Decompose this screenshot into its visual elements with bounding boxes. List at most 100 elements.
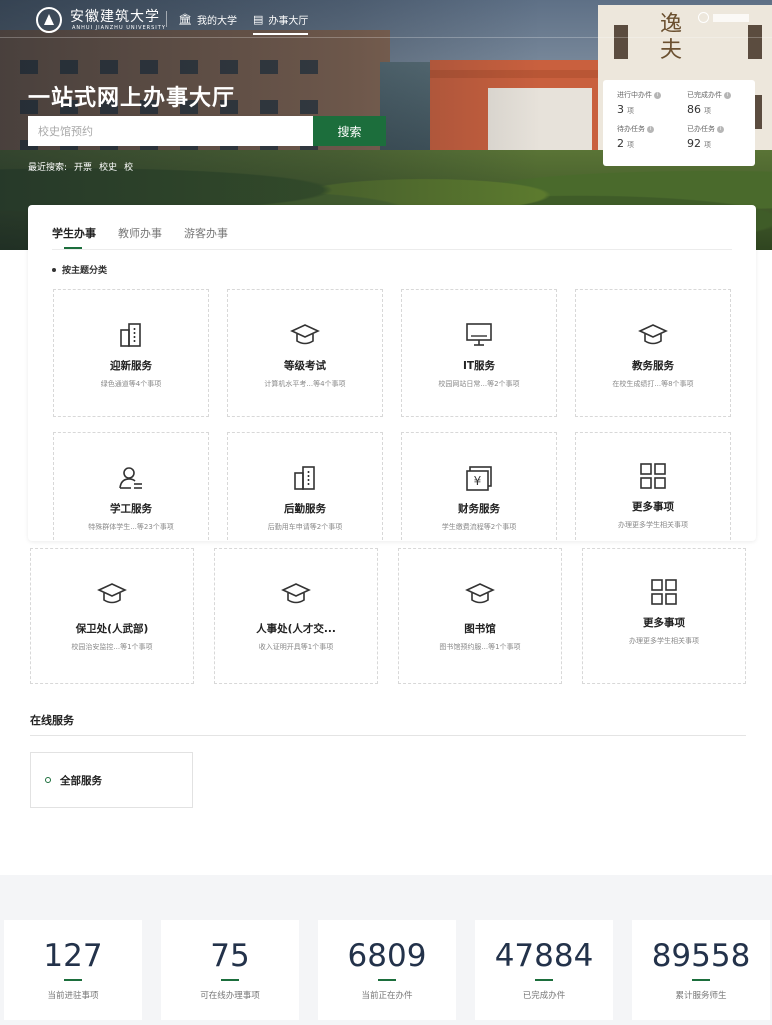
tabs-divider: [52, 249, 732, 250]
nav-service-hall-label: 办事大厅: [268, 16, 309, 27]
bullet-dot: [52, 267, 56, 272]
school-name[interactable]: 安徽建筑大学: [70, 6, 160, 26]
accent-bar: [535, 979, 553, 981]
recent-searches: 最近搜索: 开票 校史 校: [28, 160, 133, 173]
all-services-label: 全部服务: [60, 774, 102, 787]
tab-teacher[interactable]: 教师办事: [118, 225, 162, 249]
service-card-academic[interactable]: 教务服务 在校生成绩打...等8个事项: [575, 289, 731, 417]
card-subtitle: 图书馆预约服...等1个事项: [439, 643, 521, 651]
stat-todo[interactable]: 待办任务 i 2项: [617, 124, 687, 150]
stat-label: 待办任务: [617, 125, 645, 133]
footer-stat-label: 已完成办件: [522, 991, 566, 1001]
card-subtitle: 校园网站日常...等2个事项: [438, 380, 520, 388]
nav-service-hall[interactable]: ▤ 办事大厅: [253, 12, 309, 35]
footer-stat-completed: 47884 已完成办件: [475, 920, 613, 1020]
card-subtitle: 办理更多学生相关事项: [629, 637, 699, 645]
service-card-exam[interactable]: 等级考试 计算机水平考...等4个事项: [227, 289, 383, 417]
card-subtitle: 后勤用车申请等2个事项: [267, 523, 343, 531]
monitor-icon: [464, 320, 494, 350]
service-card-more-2[interactable]: 更多事项 办理更多学生相关事项: [582, 548, 746, 684]
recent-search-item[interactable]: 开票: [74, 160, 92, 173]
user-menu[interactable]: [698, 12, 749, 23]
service-card-security[interactable]: 保卫处(人武部) 校园治安监控...等1个事项: [30, 548, 194, 684]
yen-icon: ¥: [464, 463, 494, 493]
nav-my-university-label: 我的大学: [196, 16, 237, 27]
user-name-redacted: [713, 13, 749, 22]
tab-visitor[interactable]: 游客办事: [184, 225, 228, 249]
card-subtitle: 校园治安监控...等1个事项: [71, 643, 153, 651]
footer-stat-label: 可在线办理事项: [200, 991, 260, 1001]
svg-text:¥: ¥: [474, 474, 482, 488]
grid-icon: [638, 461, 668, 491]
card-subtitle: 学生缴费流程等2个事项: [441, 523, 517, 531]
card-subtitle: 办理更多学生相关事项: [618, 521, 688, 529]
accent-bar: [221, 979, 239, 981]
card-title: 后勤服务: [284, 503, 326, 515]
card-subtitle: 在校生成绩打...等8个事项: [612, 380, 694, 388]
service-card-finance[interactable]: ¥ 财务服务 学生缴费流程等2个事项: [401, 432, 557, 540]
footer-stat-value: 47884: [494, 938, 594, 974]
service-card-more-1[interactable]: 更多事项 办理更多学生相关事项: [575, 432, 731, 540]
footer-stat-label: 当前正在办件: [361, 991, 413, 1001]
online-services-divider: [30, 735, 746, 736]
accent-bar: [378, 979, 396, 981]
footer-stat-value: 75: [210, 938, 250, 974]
building-icon: ▤: [253, 13, 264, 26]
stat-value: 2: [617, 137, 624, 150]
card-title: 图书馆: [464, 623, 496, 635]
service-card-student-affairs[interactable]: 学工服务 特殊群体学生...等23个事项: [53, 432, 209, 540]
all-services-button[interactable]: 全部服务: [30, 752, 193, 808]
stat-completed[interactable]: 已完成办件 i 86 项: [687, 90, 757, 116]
category-heading: 按主题分类: [52, 263, 107, 276]
card-title: 教务服务: [632, 360, 674, 372]
card-title: 更多事项: [632, 501, 674, 513]
search-button[interactable]: 搜索: [313, 116, 386, 146]
stat-in-progress[interactable]: 进行中办件 i 3项: [617, 90, 687, 116]
nav-divider: [166, 11, 167, 27]
service-card-it[interactable]: IT服务 校园网站日常...等2个事项: [401, 289, 557, 417]
role-tabs: 学生办事 教师办事 游客办事: [52, 225, 228, 249]
card-title: IT服务: [462, 360, 496, 372]
card-title: 学工服务: [110, 503, 152, 515]
card-subtitle: 特殊群体学生...等23个事项: [88, 523, 174, 531]
service-card-welcome[interactable]: 迎新服务 绿色通道等4个事项: [53, 289, 209, 417]
graduation-cap-icon: [638, 320, 668, 350]
info-icon: i: [647, 125, 654, 133]
grid-icon: [649, 577, 679, 607]
card-subtitle: 绿色通道等4个事项: [100, 380, 162, 388]
footer-stat-label: 累计服务师生: [675, 991, 727, 1001]
footer-stat-value: 89558: [651, 938, 751, 974]
graduation-cap-icon: [465, 579, 495, 609]
card-subtitle: 计算机水平考...等4个事项: [264, 380, 346, 388]
online-services-heading: 在线服务: [30, 714, 74, 727]
footer-stat-served: 89558 累计服务师生: [632, 920, 770, 1020]
tab-student[interactable]: 学生办事: [52, 225, 96, 249]
recent-search-item[interactable]: 校史: [99, 160, 117, 173]
card-subtitle: 收入证明开具等1个事项: [258, 643, 334, 651]
accent-bar: [692, 979, 710, 981]
service-card-library[interactable]: 图书馆 图书馆预约服...等1个事项: [398, 548, 562, 684]
stat-label: 已办任务: [687, 125, 715, 133]
school-logo-icon[interactable]: [36, 7, 62, 33]
school-name-en: ANHUI JIANZHU UNIVERSITY: [72, 25, 166, 31]
footer-stat-value: 127: [43, 938, 103, 974]
stat-unit: 项: [627, 107, 634, 115]
service-card-logistics[interactable]: 后勤服务 后勤用车申请等2个事项: [227, 432, 383, 540]
stat-unit: 项: [627, 141, 634, 149]
info-icon: i: [724, 91, 731, 99]
search-input[interactable]: [28, 116, 313, 146]
card-title: 财务服务: [458, 503, 500, 515]
service-card-hr[interactable]: 人事处(人才交... 收入证明开具等1个事项: [214, 548, 378, 684]
stat-unit: 项: [704, 107, 711, 115]
stat-unit: 项: [704, 141, 711, 149]
nav-my-university[interactable]: 🏛︎ 我的大学: [178, 12, 237, 27]
graduation-cap-icon: [97, 579, 127, 609]
task-stats-card: 进行中办件 i 3项 已完成办件 i 86 项 待办任务 i 2项 已办任务 i 92 项: [603, 80, 755, 166]
stat-value: 92: [687, 137, 701, 150]
card-title: 更多事项: [643, 617, 685, 629]
stat-done[interactable]: 已办任务 i 92 项: [687, 124, 757, 150]
stat-label: 进行中办件: [617, 91, 652, 99]
building-icon: [290, 463, 320, 493]
footer-stat-items-stationed: 127 当前进驻事项: [4, 920, 142, 1020]
recent-search-item[interactable]: 校: [124, 160, 133, 173]
